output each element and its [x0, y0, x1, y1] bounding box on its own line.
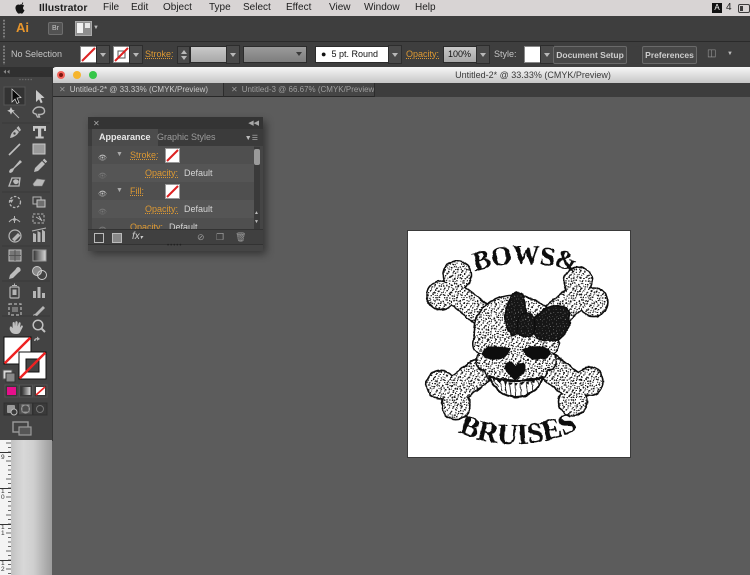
svg-text:0: 0: [1, 494, 5, 501]
svg-text:9: 9: [1, 454, 5, 461]
svg-text:BRUISES: BRUISES: [455, 406, 580, 451]
svg-text:BOWS&: BOWS&: [469, 240, 581, 278]
svg-text:1: 1: [1, 530, 5, 537]
svg-text:2: 2: [1, 566, 5, 573]
